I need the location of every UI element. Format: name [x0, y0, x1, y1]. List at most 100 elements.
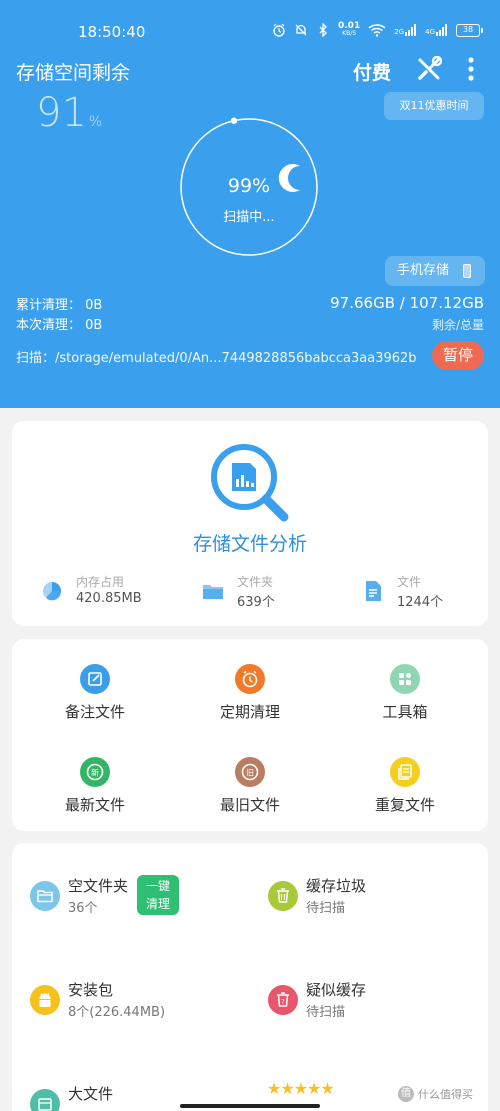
summary-folders-value: 639个: [237, 595, 275, 610]
signal-2: 4G: [425, 24, 448, 36]
clean-cache-junk-status: 待扫描: [306, 901, 346, 916]
capacity-label: 剩余/总量: [431, 318, 484, 332]
empty-folder-icon: [30, 881, 60, 911]
watermark: 值 什么值得买: [398, 1086, 473, 1102]
one-key-clean-line2: 清理: [145, 897, 170, 911]
storage-analysis-card: 存储文件分析 内存占用 420.85MB 文件夹 639个 文件 1244个: [12, 421, 488, 626]
tool-scheduled-clean[interactable]: 定期清理: [190, 664, 310, 744]
status-icons: 0.01 KB/S 2G 4G 38: [272, 21, 483, 38]
file-icon: [366, 581, 381, 601]
tools-card: 备注文件 定期清理 工具箱 新 最新文件 旧 最旧文件 重复文件: [12, 639, 488, 831]
clean-large-files-name: 大文件: [68, 1085, 114, 1103]
android-icon: [30, 985, 60, 1015]
promo-button[interactable]: 双11优惠时间: [384, 92, 484, 120]
tool-note-files-label: 备注文件: [64, 703, 125, 721]
svg-text:旧: 旧: [246, 769, 254, 778]
star-icon[interactable]: ★: [320, 1079, 334, 1098]
summary-files-label: 文件: [397, 575, 422, 589]
remaining-percent-unit: %: [88, 114, 103, 130]
summary-files-value: 1244个: [397, 595, 444, 610]
page-title: 存储空间剩余: [16, 62, 131, 84]
tool-note-files[interactable]: 备注文件: [35, 664, 155, 744]
pause-button[interactable]: 暂停: [432, 341, 484, 370]
scan-path-line: 扫描：/storage/emulated/0/An...7449828856ba…: [16, 347, 426, 366]
analysis-title[interactable]: 存储文件分析: [12, 529, 488, 556]
svg-text:新: 新: [91, 768, 99, 778]
watermark-text: 什么值得买: [418, 1088, 473, 1101]
tools-icon[interactable]: [416, 56, 442, 82]
more-vertical-icon[interactable]: [464, 56, 478, 82]
wifi-icon: [368, 24, 386, 37]
tool-newest-files-label: 最新文件: [64, 796, 125, 814]
clean-empty-folders-count: 36个: [68, 901, 98, 916]
mute-bell-icon: [295, 24, 307, 36]
star-icon[interactable]: ★: [307, 1079, 321, 1098]
remaining-percent: 91%: [36, 90, 102, 136]
duplicate-file-icon: [390, 757, 420, 787]
scan-progress-dot: [230, 117, 238, 124]
analysis-search-icon[interactable]: [208, 439, 304, 539]
star-icon[interactable]: ★: [267, 1079, 281, 1098]
scan-progress-text: 99%: [227, 175, 271, 197]
phone-icon: [463, 264, 471, 278]
new-file-icon: 新: [80, 757, 110, 787]
note-edit-icon: [80, 664, 110, 694]
tool-duplicate-files[interactable]: 重复文件: [345, 757, 465, 837]
clean-suspect-cache-name: 疑似缓存: [306, 981, 367, 999]
phone-storage-button[interactable]: 手机存储: [385, 256, 485, 286]
clean-items-card: 空文件夹 36个 一键 清理 缓存垃圾 待扫描 安装包 8个(226.44MB)…: [12, 843, 488, 1111]
summary-folders-label: 文件夹: [237, 575, 274, 589]
tool-duplicate-files-label: 重复文件: [374, 796, 435, 814]
star-icon[interactable]: ★: [294, 1079, 308, 1098]
old-file-icon: 旧: [235, 757, 265, 787]
total-cleaned: 累计清理： 0B: [16, 298, 103, 313]
trash-icon: [268, 881, 298, 911]
large-file-icon: [30, 1089, 60, 1111]
summary-memory-label: 内存占用: [76, 575, 125, 589]
alarm-clock-icon: [235, 664, 265, 694]
tool-toolbox-label: 工具箱: [382, 703, 428, 721]
net-speed: 0.01 KB/S: [338, 21, 361, 38]
suspect-cache-icon: ?: [268, 985, 298, 1015]
tool-newest-files[interactable]: 新 最新文件: [35, 757, 155, 837]
rating-stars[interactable]: ★★★★★: [267, 1079, 335, 1098]
clean-suspect-cache-status: 待扫描: [306, 1005, 346, 1020]
battery-indicator: 38: [456, 23, 483, 37]
one-key-clean-button[interactable]: 一键 清理: [137, 875, 179, 915]
clean-cache-junk[interactable]: 缓存垃圾 待扫描: [268, 877, 468, 941]
status-time: 18:50:40: [78, 23, 146, 41]
clean-empty-folders-name: 空文件夹: [68, 877, 129, 895]
scan-status-text: 扫描中...: [223, 210, 275, 225]
clean-install-packages-count: 8个(226.44MB): [68, 1005, 166, 1020]
clean-empty-folders[interactable]: 空文件夹 36个: [30, 877, 230, 941]
clean-suspect-cache[interactable]: ? 疑似缓存 待扫描: [268, 981, 468, 1045]
scan-path-label: 扫描：: [16, 351, 56, 366]
status-bar: 18:50:40 0.01 KB/S 2G 4G 38: [0, 0, 500, 48]
scan-path: /storage/emulated/0/An...7449828856babcc…: [55, 351, 417, 366]
remaining-percent-value: 91: [36, 90, 87, 136]
clean-install-packages[interactable]: 安装包 8个(226.44MB): [30, 981, 230, 1045]
star-icon[interactable]: ★: [280, 1079, 294, 1098]
clean-install-packages-name: 安装包: [68, 981, 114, 999]
tool-toolbox[interactable]: 工具箱: [345, 664, 465, 744]
tool-scheduled-clean-label: 定期清理: [219, 703, 280, 721]
tool-oldest-files-label: 最旧文件: [219, 796, 280, 814]
summary-memory-value: 420.85MB: [76, 591, 142, 606]
signal-1: 2G: [394, 24, 417, 36]
home-indicator[interactable]: [180, 1104, 320, 1108]
this-cleaned: 本次清理： 0B: [16, 318, 103, 333]
toolbox-icon: [390, 664, 420, 694]
alarm-icon: [273, 23, 285, 37]
clean-cache-junk-name: 缓存垃圾: [306, 877, 367, 895]
storage-hero-panel: 18:50:40 0.01 KB/S 2G 4G 38 存储空间剩余 付费 91…: [0, 0, 500, 408]
signal-bars-icon: [436, 24, 447, 36]
folder-icon: [203, 585, 223, 599]
phone-storage-label: 手机存储: [397, 263, 450, 278]
bluetooth-icon: [319, 23, 327, 37]
pie-chart-icon: [43, 582, 62, 601]
svg-text:?: ?: [281, 998, 285, 1006]
one-key-clean-line1: 一键: [145, 879, 170, 893]
capacity-value: 97.66GB / 107.12GB: [330, 294, 484, 312]
pay-button[interactable]: 付费: [353, 58, 391, 85]
tool-oldest-files[interactable]: 旧 最旧文件: [190, 757, 310, 837]
